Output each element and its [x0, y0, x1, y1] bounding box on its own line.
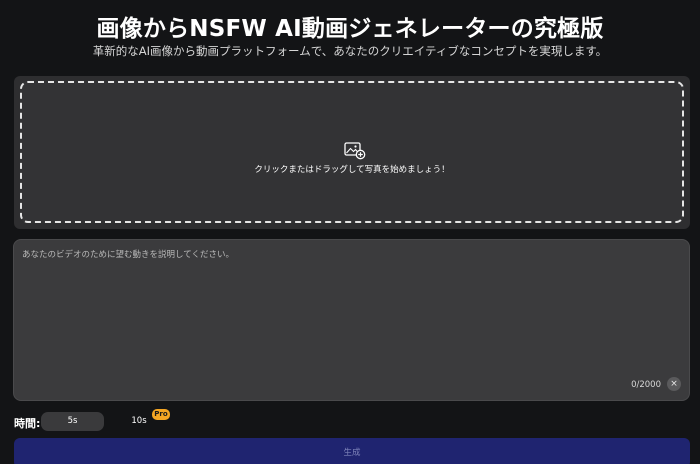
dropzone-label: クリックまたはドラッグして写真を始めましょう！	[254, 165, 450, 175]
upload-panel: クリックまたはドラッグして写真を始めましょう！	[14, 76, 690, 229]
clear-icon[interactable]: ×	[667, 377, 681, 391]
character-count: 0/2000	[631, 380, 661, 390]
pro-badge: Pro	[152, 409, 170, 420]
generate-button[interactable]: 生成	[14, 438, 690, 464]
page-title: 画像からNSFW AI動画ジェネレーターの究極版	[96, 16, 604, 42]
page: 画像からNSFW AI動画ジェネレーターの究極版 革新的なAI画像から動画プラッ…	[0, 0, 700, 464]
motion-description-box: 0/2000 ×	[13, 239, 690, 401]
image-add-icon	[344, 142, 366, 160]
page-subtitle: 革新的なAI画像から動画プラットフォームで、あなたのクリエイティブなコンセプトを…	[92, 44, 608, 58]
image-dropzone[interactable]: クリックまたはドラッグして写真を始めましょう！	[20, 81, 684, 223]
duration-label: 時間:	[14, 417, 41, 430]
duration-option-5s[interactable]: 5s	[41, 412, 104, 431]
motion-description-input[interactable]	[22, 248, 677, 368]
